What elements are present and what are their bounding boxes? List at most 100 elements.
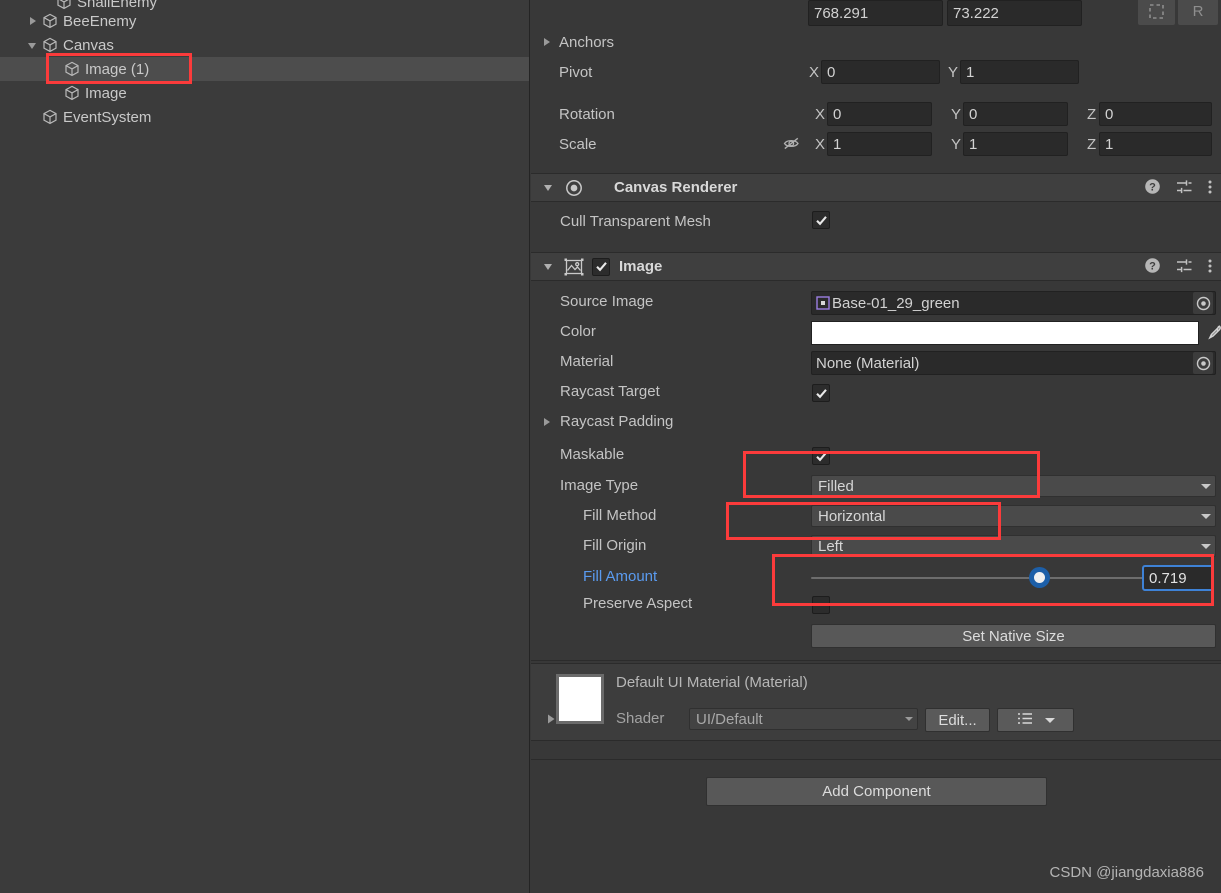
hierarchy-panel[interactable]: SnailEnemy BeeEnemy Canvas Image (1) Ima…	[0, 0, 530, 893]
help-icon[interactable]: ?	[1144, 178, 1161, 199]
shader-edit-button[interactable]: Edit...	[925, 708, 990, 732]
add-component-button[interactable]: Add Component	[706, 777, 1047, 806]
chevron-down-icon	[1201, 543, 1211, 549]
hierarchy-row-image[interactable]: Image	[0, 81, 529, 105]
fill-amount-slider-track[interactable]	[811, 577, 1151, 579]
image-collapse-icon[interactable]	[544, 263, 552, 270]
scale-z-field[interactable]: 1	[1099, 132, 1212, 156]
gameobject-cube-icon	[62, 60, 82, 78]
pivot-label: Pivot	[559, 63, 593, 81]
hierarchy-row-canvas[interactable]: Canvas	[0, 33, 529, 57]
anchors-row[interactable]: Anchors	[530, 31, 1221, 53]
anchors-expand-icon[interactable]	[544, 38, 550, 46]
hierarchy-row-image-1[interactable]: Image (1)	[0, 57, 529, 81]
preset-settings-icon[interactable]	[1175, 178, 1193, 200]
spacer-strip	[531, 741, 1221, 760]
gameobject-cube-icon	[40, 36, 60, 54]
raw-edit-mode-button[interactable]: R	[1178, 0, 1218, 25]
scale-x-field[interactable]: 1	[827, 132, 932, 156]
width-field[interactable]: 768.291	[808, 0, 943, 26]
fill-amount-input[interactable]: 0.719	[1142, 565, 1214, 591]
fill-method-row: Fill Method Horizontal	[530, 505, 1221, 529]
image-type-dropdown[interactable]: Filled	[811, 475, 1216, 497]
scale-label: Scale	[559, 135, 597, 153]
raycast-padding-row[interactable]: Raycast Padding	[530, 413, 1221, 435]
fill-method-label: Fill Method	[583, 507, 657, 524]
material-field[interactable]: None (Material)	[811, 351, 1216, 375]
help-icon[interactable]: ?	[1144, 257, 1161, 278]
constrain-proportions-off-icon[interactable]	[782, 135, 801, 156]
raycast-target-label: Raycast Target	[560, 383, 660, 400]
color-swatch-field[interactable]	[811, 321, 1199, 345]
image-properties-body: Source Image Base-01_29_green Color Mate…	[530, 281, 1221, 660]
scale-x-axis-label: X	[815, 135, 826, 153]
fill-method-dropdown[interactable]: Horizontal	[811, 505, 1216, 527]
hierarchy-item-label: BeeEnemy	[63, 12, 137, 30]
preserve-aspect-checkbox[interactable]	[812, 596, 830, 614]
more-menu-icon[interactable]	[1207, 178, 1213, 200]
image-type-row: Image Type Filled	[530, 475, 1221, 499]
pivot-y-field[interactable]: 1	[960, 60, 1079, 84]
source-image-row: Source Image Base-01_29_green	[530, 291, 1221, 315]
object-picker-icon[interactable]	[1193, 352, 1213, 374]
rotation-y-axis-label: Y	[951, 105, 962, 123]
rect-size-row: 768.291 73.222 R	[530, 0, 1221, 26]
fill-origin-dropdown[interactable]: Left	[811, 535, 1216, 557]
set-native-size-button[interactable]: Set Native Size	[811, 624, 1216, 648]
image-enabled-checkbox[interactable]	[592, 257, 610, 276]
hierarchy-item-label: Canvas	[63, 36, 114, 54]
width-value: 768.291	[814, 4, 869, 22]
cull-transparent-mesh-row: Cull Transparent Mesh	[530, 202, 1221, 247]
object-picker-icon[interactable]	[1193, 292, 1213, 314]
source-image-value: Base-01_29_green	[832, 294, 960, 312]
eyedropper-icon[interactable]	[1206, 324, 1221, 346]
pivot-y-axis-label: Y	[948, 63, 959, 81]
svg-text:?: ?	[1149, 261, 1156, 273]
add-component-label: Add Component	[822, 783, 931, 800]
sprite-asset-icon	[816, 296, 830, 310]
height-field[interactable]: 73.222	[947, 0, 1082, 26]
raycast-padding-expand-icon[interactable]	[544, 418, 550, 426]
source-image-label: Source Image	[560, 293, 654, 310]
pivot-x-value: 0	[827, 63, 836, 81]
rotation-z-field[interactable]: 0	[1099, 102, 1212, 126]
scale-y-field[interactable]: 1	[963, 132, 1068, 156]
gameobject-cube-icon	[40, 108, 60, 126]
hierarchy-row-beeenemy[interactable]: BeeEnemy	[0, 9, 529, 33]
maskable-checkbox[interactable]	[812, 447, 830, 465]
pivot-y-value: 1	[966, 63, 975, 81]
collapse-toggle-icon[interactable]	[26, 38, 40, 52]
source-image-field[interactable]: Base-01_29_green	[811, 291, 1216, 315]
fill-amount-slider-knob[interactable]	[1029, 567, 1050, 588]
blueprint-mode-button[interactable]	[1138, 0, 1175, 25]
raycast-target-checkbox[interactable]	[812, 384, 830, 402]
scale-row: Scale X 1 Y 1 Z 1	[530, 132, 1221, 156]
image-component-header[interactable]: Image ?	[531, 252, 1221, 281]
cull-transparent-mesh-checkbox[interactable]	[812, 211, 830, 229]
chevron-down-icon	[1201, 483, 1211, 489]
expand-toggle[interactable]	[40, 0, 54, 9]
shader-dropdown[interactable]: UI/Default	[689, 708, 918, 730]
material-presets-button[interactable]	[997, 708, 1074, 732]
preset-settings-icon[interactable]	[1175, 257, 1193, 279]
material-expand-icon[interactable]	[546, 712, 557, 729]
maskable-row: Maskable	[530, 446, 1221, 466]
canvas-renderer-header[interactable]: Canvas Renderer ?	[531, 173, 1221, 202]
rotation-y-field[interactable]: 0	[963, 102, 1068, 126]
canvas-renderer-collapse-icon[interactable]	[544, 184, 552, 191]
more-menu-icon[interactable]	[1207, 257, 1213, 279]
rotation-z-axis-label: Z	[1087, 105, 1097, 123]
rotation-x-value: 0	[833, 105, 842, 123]
set-native-size-label: Set Native Size	[962, 627, 1065, 645]
material-preview-block: Default UI Material (Material) Shader UI…	[531, 663, 1221, 741]
material-preview-swatch	[556, 674, 604, 724]
fill-amount-label: Fill Amount	[583, 568, 658, 585]
chevron-down-icon	[905, 717, 913, 721]
rotation-x-field[interactable]: 0	[827, 102, 932, 126]
hierarchy-row-eventsystem[interactable]: EventSystem	[0, 105, 529, 129]
material-row: Material None (Material)	[530, 351, 1221, 375]
blueprint-dashed-square-icon	[1149, 3, 1164, 19]
pivot-x-field[interactable]: 0	[821, 60, 940, 84]
divider	[531, 660, 1221, 661]
expand-toggle-icon[interactable]	[26, 14, 40, 28]
